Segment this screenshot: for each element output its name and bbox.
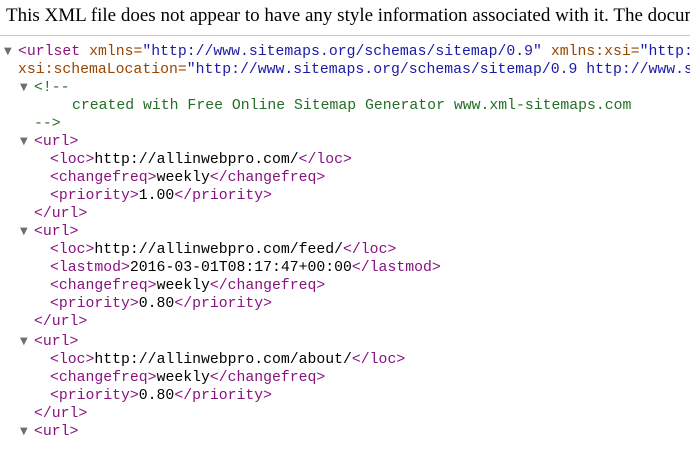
comment-open: <!-- [34,80,70,96]
comment-close-line: --> [34,115,61,133]
loc-close-tag: </loc> [351,352,406,368]
comment-body-line: created with Free Online Sitemap Generat… [72,97,631,115]
lastmod-close-tag: </lastmod> [351,260,441,276]
xmlns-attr-value: "http://www.sitemaps.org/schemas/sitemap… [142,44,542,60]
url-close-tag: </url> [34,314,88,330]
xmlns-xsi-attr-name: xmlns:xsi= [550,44,640,60]
lastmod-line: <lastmod>2016-03-01T08:17:47+00:00</last… [50,259,441,277]
priority-line: <priority>0.80</priority> [50,295,272,313]
xmlns-attr-name: xmlns= [89,44,143,60]
url-open-line: ▼ <url> [20,223,79,241]
changefreq-line: <changefreq>weekly</changefreq> [50,169,325,187]
priority-line: <priority>0.80</priority> [50,387,272,405]
loc-open-tag: <loc> [50,242,95,258]
url-open-tag: <url> [34,134,79,150]
lastmod-open-tag: <lastmod> [50,260,130,276]
priority-open-tag: <priority> [50,296,139,312]
changefreq-close-tag: </changefreq> [209,370,326,386]
changefreq-close-tag: </changefreq> [209,278,326,294]
url-close-line: </url> [34,313,87,331]
urlset-open-tag: <urlset [18,44,81,60]
loc-close-tag: </loc> [298,152,352,168]
changefreq-value: weekly [156,170,210,186]
collapse-arrow-icon[interactable]: ▼ [4,43,16,61]
collapse-arrow-icon[interactable]: ▼ [20,223,32,241]
collapse-arrow-icon[interactable]: ▼ [20,333,32,351]
url-close-line: </url> [34,205,87,223]
url-close-tag: </url> [34,406,88,422]
xmlns-xsi-attr-value: "http://www.w3.org/2001/XMLSchema-instan… [639,44,690,60]
changefreq-open-tag: <changefreq> [50,278,157,294]
comment-open-line: ▼ <!-- [20,79,70,97]
url-open-tag: <url> [34,334,79,350]
schema-location-attr-name: xsi:schemaLocation= [18,62,187,78]
loc-line: <loc>http://allinwebpro.com/feed/</loc> [50,241,396,259]
xml-notice-banner: This XML file does not appear to have an… [0,0,690,36]
loc-close-tag: </loc> [343,242,397,258]
collapse-arrow-icon[interactable]: ▼ [20,423,32,441]
loc-value: http://allinwebpro.com/feed/ [94,242,344,258]
urlset-schema-line: xsi:schemaLocation="http://www.sitemaps.… [18,61,690,79]
changefreq-close-tag: </changefreq> [209,170,326,186]
url-open-tag: <url> [34,224,79,240]
xml-document-tree: ▼ <urlset xmlns="http://www.sitemaps.org… [0,36,690,456]
priority-close-tag: </priority> [174,296,273,312]
priority-open-tag: <priority> [50,188,139,204]
collapse-arrow-icon[interactable]: ▼ [20,79,32,97]
xml-notice-text: This XML file does not appear to have an… [6,5,690,26]
comment-close: --> [34,116,61,132]
loc-line: <loc>http://allinwebpro.com/</loc> [50,151,352,169]
url-open-line: ▼ <url> [20,333,79,351]
priority-close-tag: </priority> [174,388,273,404]
url-open-line: ▼ <url> [20,423,79,441]
urlset-open-line: ▼ <urlset xmlns="http://www.sitemaps.org… [4,43,690,61]
priority-line: <priority>1.00</priority> [50,187,272,205]
changefreq-open-tag: <changefreq> [50,170,157,186]
url-close-tag: </url> [34,206,88,222]
priority-value: 0.80 [138,388,175,404]
changefreq-line: <changefreq>weekly</changefreq> [50,277,325,295]
loc-line: <loc>http://allinwebpro.com/about/</loc> [50,351,405,369]
changefreq-value: weekly [156,370,210,386]
changefreq-value: weekly [156,278,210,294]
url-open-line: ▼ <url> [20,133,79,151]
url-open-tag: <url> [34,424,79,440]
loc-value: http://allinwebpro.com/about/ [94,352,352,368]
lastmod-value: 2016-03-01T08:17:47+00:00 [129,260,352,276]
priority-close-tag: </priority> [174,188,273,204]
url-close-line: </url> [34,405,87,423]
loc-value: http://allinwebpro.com/ [94,152,299,168]
changefreq-open-tag: <changefreq> [50,370,157,386]
priority-value: 0.80 [138,296,175,312]
changefreq-line: <changefreq>weekly</changefreq> [50,369,325,387]
loc-open-tag: <loc> [50,352,95,368]
comment-body: created with Free Online Sitemap Generat… [72,98,632,114]
schema-location-attr-value: "http://www.sitemaps.org/schemas/sitemap… [186,62,690,78]
collapse-arrow-icon[interactable]: ▼ [20,133,32,151]
priority-open-tag: <priority> [50,388,139,404]
loc-open-tag: <loc> [50,152,95,168]
priority-value: 1.00 [138,188,175,204]
